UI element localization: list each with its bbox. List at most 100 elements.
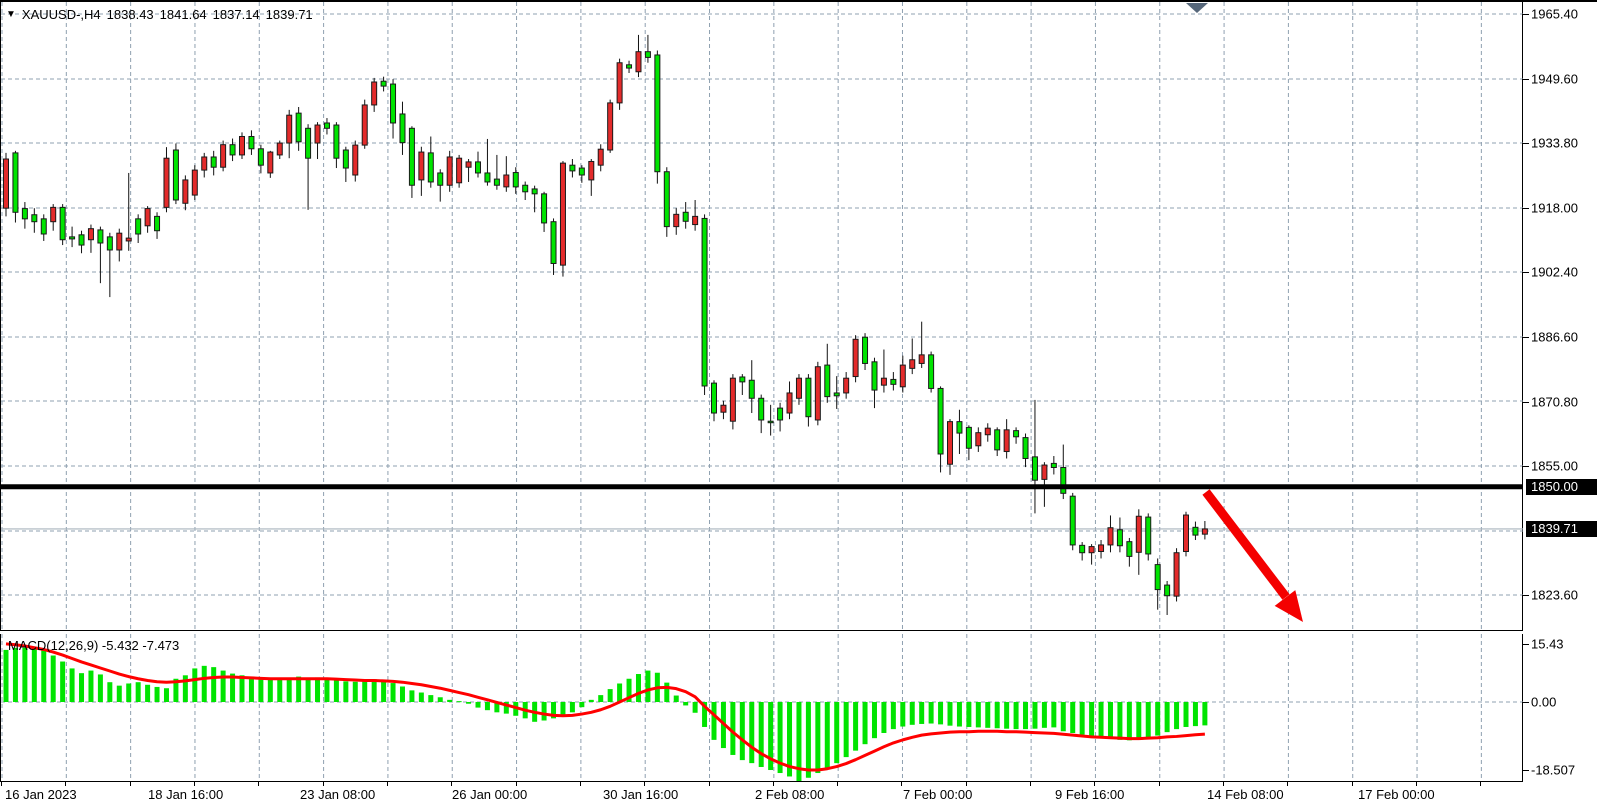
- candle-bullish: [674, 214, 679, 226]
- candle-bearish: [570, 165, 575, 171]
- time-axis-tick: [323, 781, 324, 786]
- trading-chart-window: ▼ XAUUSD-,H4 1838.43 1841.64 1837.14 183…: [0, 0, 1597, 811]
- candle-bearish: [107, 237, 112, 250]
- time-axis-label: 23 Jan 08:00: [300, 787, 375, 802]
- macd-bar: [1023, 702, 1028, 729]
- macd-bar: [976, 702, 981, 727]
- price-axis-tick: [1522, 14, 1529, 15]
- chart-shift-marker-icon[interactable]: [1183, 0, 1213, 16]
- time-axis-label: 7 Feb 00:00: [903, 787, 972, 802]
- candle-bearish: [409, 128, 414, 185]
- candle-bearish: [22, 209, 27, 219]
- macd-axis-tick: [1522, 702, 1529, 703]
- candle-bearish: [1032, 457, 1037, 480]
- candle-bearish: [627, 65, 632, 68]
- price-axis-label: 1870.80: [1531, 395, 1578, 410]
- macd-bar: [466, 702, 471, 704]
- candlestick-chart: [1, 2, 1523, 630]
- time-axis-tick: [1480, 781, 1481, 786]
- macd-axis-tick: [1522, 644, 1529, 645]
- price-axis-label: 1965.40: [1531, 7, 1578, 22]
- time-axis-tick: [130, 781, 131, 786]
- price-axis-tick: [1522, 402, 1529, 403]
- candle-bullish: [504, 175, 509, 187]
- time-axis-tick: [580, 781, 581, 786]
- macd-bar: [296, 677, 301, 702]
- macd-bar: [447, 700, 452, 702]
- candle-bearish: [683, 212, 688, 221]
- macd-bar: [1014, 702, 1019, 729]
- macd-bar: [476, 702, 481, 708]
- macd-bar: [155, 687, 160, 702]
- macd-bar: [98, 674, 103, 702]
- macd-bar: [485, 702, 490, 710]
- macd-indicator-pane[interactable]: [0, 634, 1523, 782]
- price-chart-pane[interactable]: [0, 2, 1523, 631]
- macd-bar: [391, 683, 396, 702]
- macd-bar: [636, 674, 641, 702]
- candle-bullish: [4, 159, 9, 208]
- time-axis-tick: [644, 781, 645, 786]
- macd-bar: [1155, 702, 1160, 736]
- symbol-dropdown-icon[interactable]: ▼: [6, 10, 16, 20]
- candle-bearish: [1070, 496, 1075, 545]
- macd-bar: [41, 649, 46, 702]
- horizontal-level-line-1850[interactable]: [1, 484, 1523, 489]
- candle-bullish: [277, 143, 282, 155]
- candle-bullish: [419, 152, 424, 180]
- candle-bearish: [863, 337, 868, 363]
- macd-bar: [674, 696, 679, 702]
- macd-bar: [277, 679, 282, 702]
- macd-bar: [126, 683, 131, 702]
- macd-bar: [145, 685, 150, 702]
- candle-bullish: [853, 339, 858, 376]
- macd-bar: [966, 702, 971, 727]
- macd-bar: [740, 702, 745, 760]
- candle-bearish: [485, 173, 490, 182]
- candle-bearish: [32, 215, 37, 222]
- time-axis-label: 17 Feb 00:00: [1358, 787, 1435, 802]
- macd-axis-label: 0.00: [1531, 695, 1556, 710]
- price-axis-tick: [1522, 337, 1529, 338]
- macd-bar: [136, 682, 141, 702]
- candle-bearish: [1014, 431, 1019, 437]
- candle-bearish: [155, 216, 160, 230]
- candle-bearish: [343, 150, 348, 168]
- candle-bearish: [334, 125, 339, 158]
- macd-bar: [362, 680, 367, 702]
- ohlc-close: 1839.71: [266, 7, 313, 22]
- candle-bearish: [60, 207, 65, 239]
- macd-bar: [957, 702, 962, 727]
- candle-bearish: [211, 157, 216, 167]
- macd-bar: [164, 688, 169, 702]
- candle-bullish: [1042, 465, 1047, 479]
- macd-axis-tick: [1522, 770, 1529, 771]
- macd-bar: [617, 683, 622, 702]
- candle-bearish: [1155, 565, 1160, 590]
- macd-bar: [815, 702, 820, 773]
- candle-bearish: [1193, 527, 1198, 535]
- candle-bearish: [476, 162, 481, 173]
- macd-bar: [589, 700, 594, 702]
- candle-bullish: [948, 422, 953, 465]
- candle-bearish: [1051, 463, 1056, 467]
- candle-bullish: [192, 170, 197, 195]
- candle-bearish: [1146, 517, 1151, 554]
- candle-bullish: [221, 145, 226, 168]
- macd-bar: [32, 649, 37, 702]
- candle-bullish: [1108, 528, 1113, 545]
- candle-bearish: [532, 189, 537, 194]
- macd-bar: [712, 702, 717, 740]
- time-axis-label: 16 Jan 2023: [5, 787, 77, 802]
- macd-bar: [825, 702, 830, 768]
- time-axis-tick: [1223, 781, 1224, 786]
- candle-bearish: [136, 219, 141, 234]
- candle-bearish: [258, 149, 263, 165]
- macd-bar: [88, 671, 93, 702]
- time-axis-label: 14 Feb 08:00: [1207, 787, 1284, 802]
- candle-bearish: [1061, 468, 1066, 494]
- macd-bar: [806, 702, 811, 778]
- macd-histogram: [4, 648, 1208, 781]
- macd-bar: [872, 702, 877, 738]
- time-axis-label: 9 Feb 16:00: [1055, 787, 1124, 802]
